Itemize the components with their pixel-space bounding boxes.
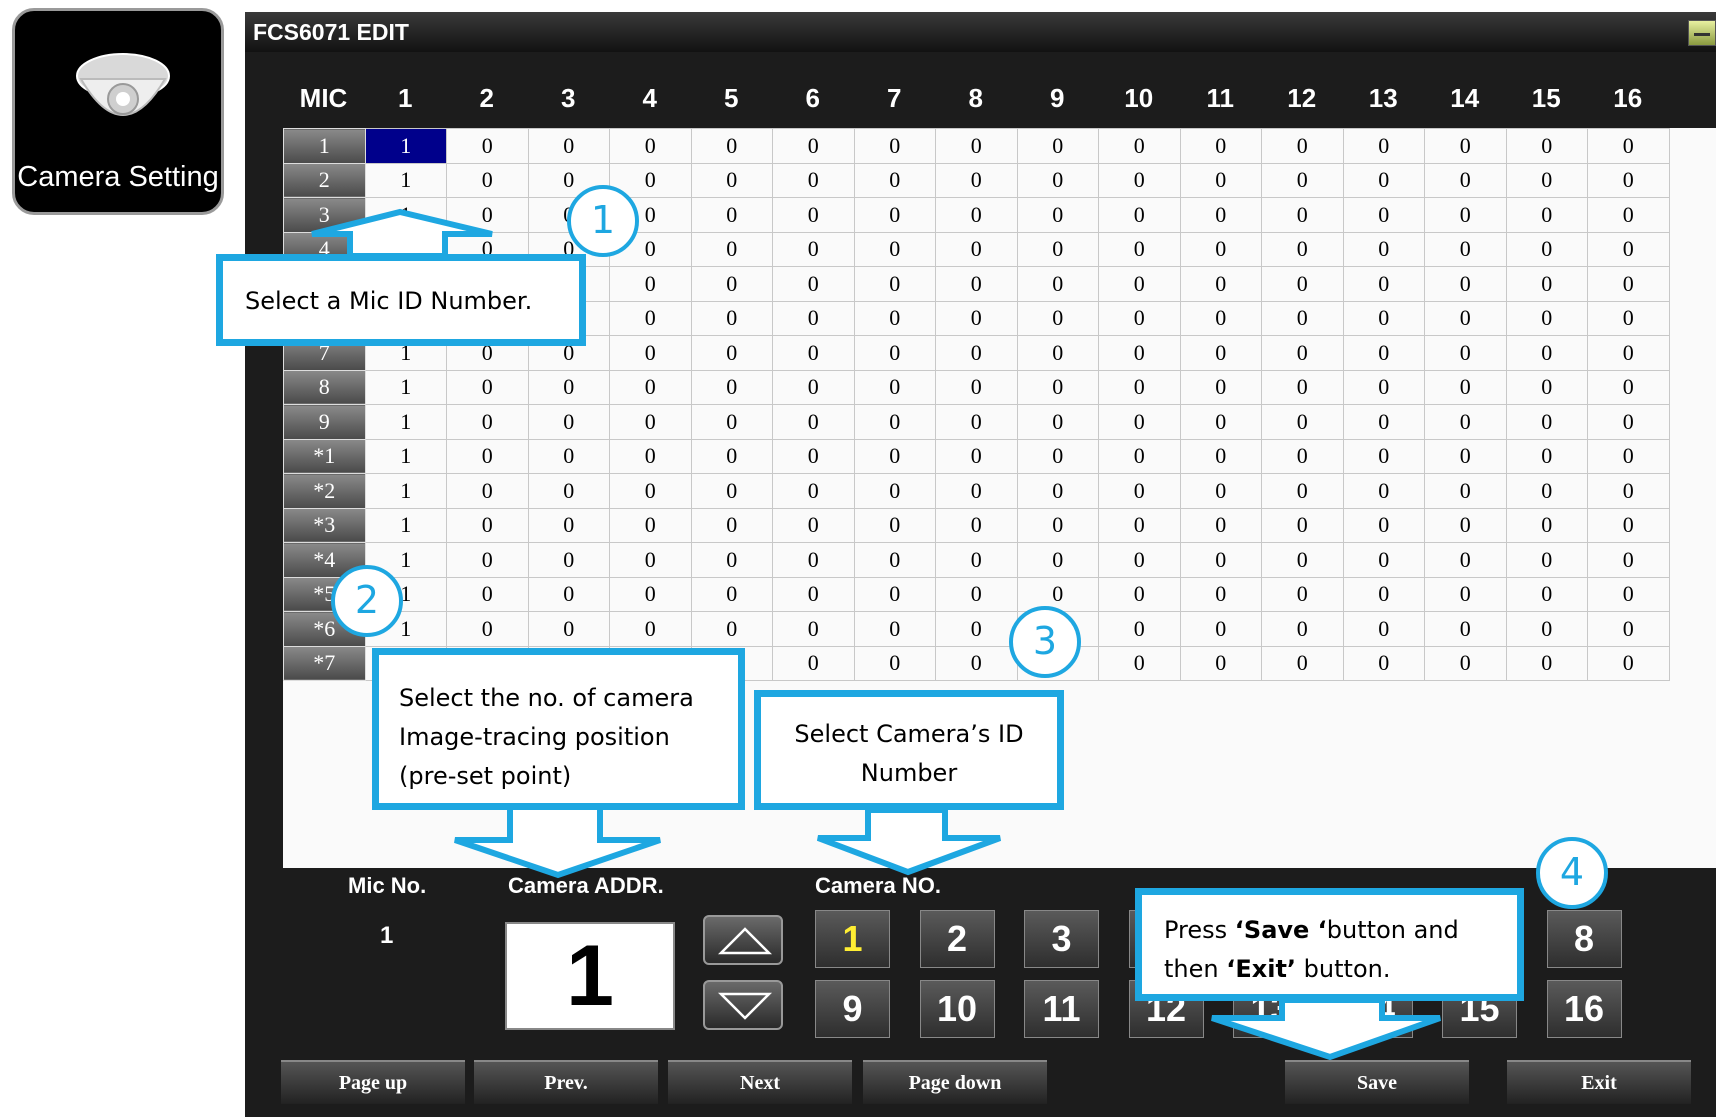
callout-4-badge: 4 bbox=[1536, 837, 1608, 909]
callout-3-line1: Select Camera’s ID bbox=[794, 720, 1024, 748]
callout-4-save: ‘Save ‘ bbox=[1234, 916, 1327, 944]
callout-2-line1: Select the no. of camera bbox=[399, 684, 694, 712]
callout-3-line2: Number bbox=[860, 759, 958, 787]
callout-2-arrow bbox=[454, 799, 661, 879]
callout-1-box: Select a Mic ID Number. bbox=[216, 254, 586, 346]
callout-2-line3: (pre-set point) bbox=[399, 762, 572, 790]
callout-3-arrow bbox=[816, 807, 1002, 876]
callout-4-pre: Press bbox=[1164, 916, 1235, 944]
callout-2-line2: Image-tracing position bbox=[399, 723, 670, 751]
callout-3-badge: 3 bbox=[1009, 606, 1081, 678]
callout-4-pre2: then bbox=[1164, 955, 1227, 983]
callout-2-box: Select the no. of camera Image-tracing p… bbox=[372, 648, 745, 810]
callout-4-exit: ‘Exit’ bbox=[1226, 955, 1297, 983]
callout-4-mid: button and bbox=[1326, 916, 1459, 944]
callout-1-text: Select a Mic ID Number. bbox=[245, 287, 533, 315]
callout-4-post: button. bbox=[1296, 955, 1391, 983]
callout-1-arrow bbox=[311, 208, 493, 259]
callout-2-badge: 2 bbox=[331, 565, 403, 637]
callout-4-arrow bbox=[1211, 997, 1442, 1061]
callout-3-box: Select Camera’s ID Number bbox=[754, 690, 1064, 810]
callout-4-box: Press ‘Save ‘button and then ‘Exit’ butt… bbox=[1135, 888, 1524, 1001]
callout-1-badge: 1 bbox=[567, 185, 639, 257]
